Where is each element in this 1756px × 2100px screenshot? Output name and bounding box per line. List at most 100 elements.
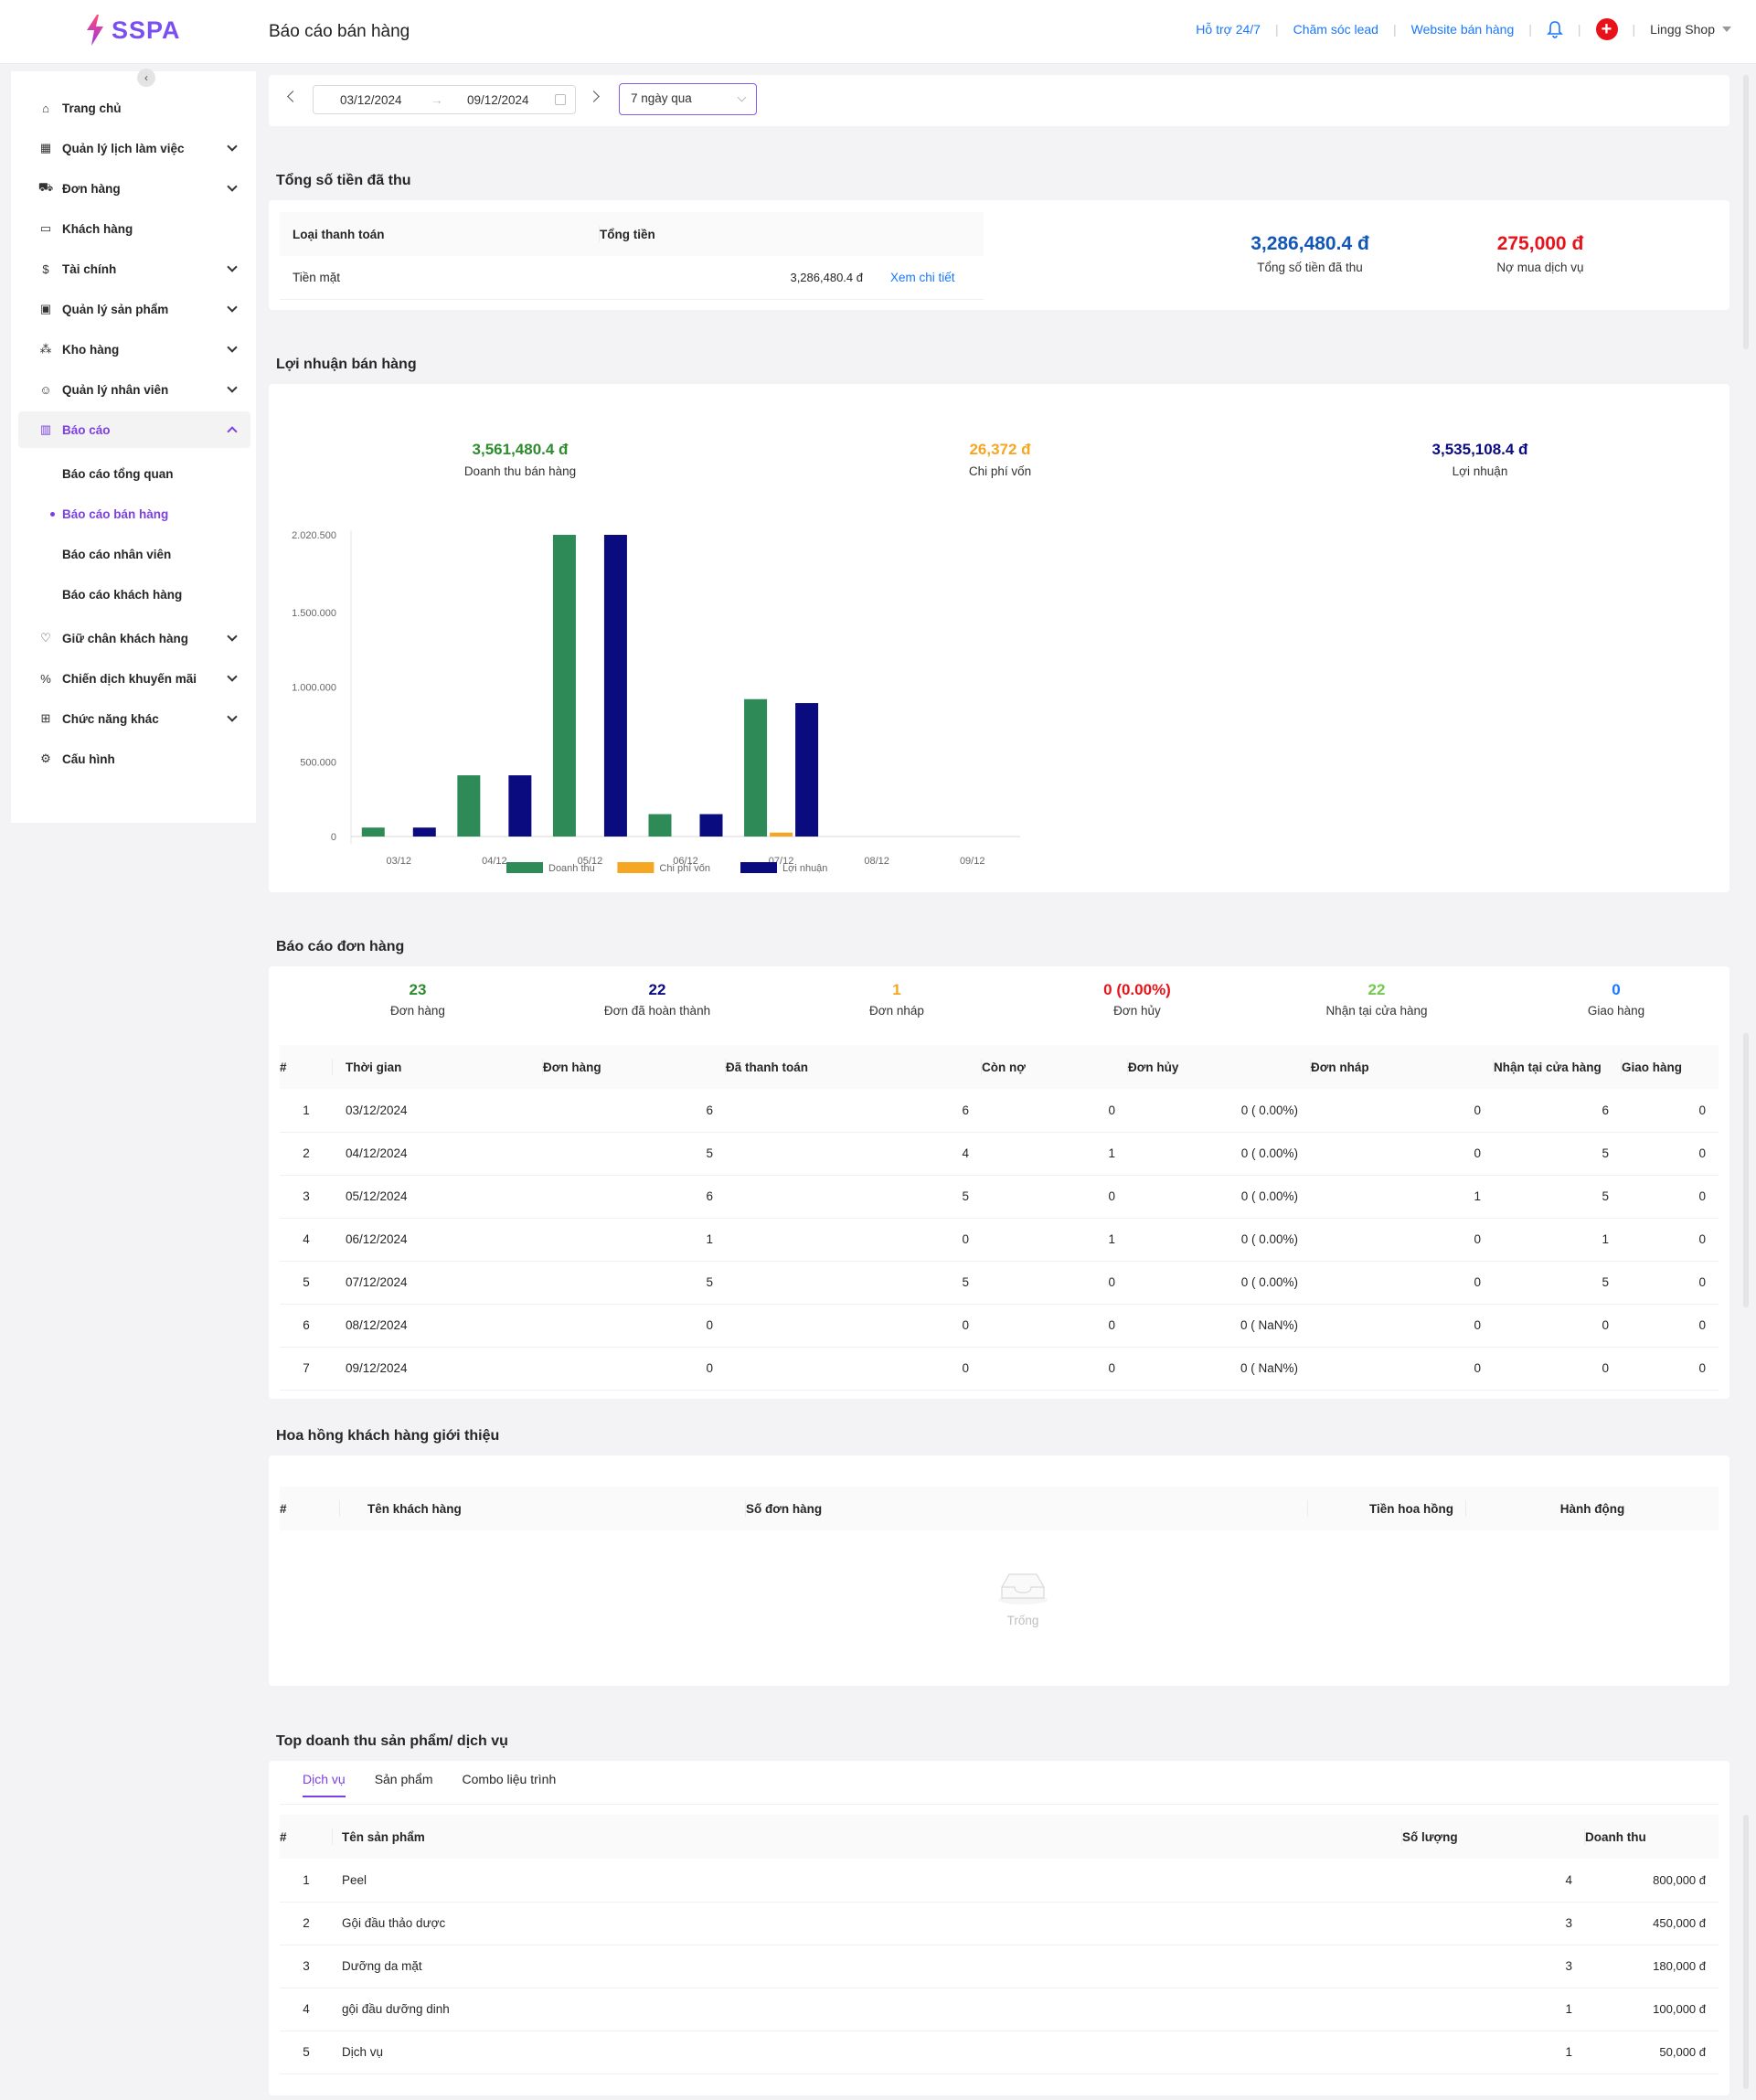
legend-swatch [506,862,543,873]
table-cell: 3 [280,1175,333,1219]
sidebar-item-orders[interactable]: ⛟ Đơn hàng [18,170,250,207]
table-cell: 04/12/2024 [333,1132,543,1176]
add-button[interactable]: + [1595,18,1618,40]
col-header: Đơn nháp [1311,1045,1494,1089]
sidebar-item-label: Báo cáo [62,422,111,437]
y-tick-label: 2.020.500 [292,530,336,541]
cost-label: Chi phí vốn [968,464,1032,478]
table-row: 6 08/12/2024 0 0 0 0 ( NaN%) 0 0 0 [280,1304,1719,1348]
table-cell: 0 [1311,1132,1494,1176]
sidebar-item-label: Đơn hàng [62,181,121,196]
table-row: 1 Peel 4 800,000 đ [280,1859,1719,1903]
table-cell: 3 [280,1945,333,1988]
users-icon: ☺ [39,382,52,397]
order-stat: 0 Giao hàng [1506,981,1726,1018]
sidebar-item-home[interactable]: ⌂ Trang chủ [18,90,250,126]
order-stat-label: Đơn hủy [1113,1004,1161,1018]
sidebar-sub-staff-report[interactable]: Báo cáo nhân viên [18,536,250,572]
table-cell: 4 [1402,1859,1585,1903]
sidebar-item-staff[interactable]: ☺ Quản lý nhân viên [18,371,250,408]
table-cell: 5 [1494,1175,1622,1219]
table-cell: 0 [726,1347,982,1391]
table-cell: 0 [982,1304,1128,1348]
sidebar-item-finance[interactable]: $ Tài chính [18,251,250,287]
order-stat: 22 Đơn đã hoàn thành [548,981,767,1018]
sidebar-sub-label: Báo cáo tổng quan [62,466,174,481]
order-stat-label: Nhận tại cửa hàng [1325,1004,1428,1018]
table-cell: 05/12/2024 [333,1175,543,1219]
tab-products[interactable]: Sản phẩm [375,1772,433,1797]
table-row: 1 03/12/2024 6 6 0 0 ( 0.00%) 0 6 0 [280,1089,1719,1133]
table-cell: 0 [1311,1347,1494,1391]
shop-menu[interactable]: Lingg Shop [1650,22,1731,37]
bar-doanh-thu [744,698,768,837]
support-link[interactable]: Hỗ trợ 24/7 [1196,22,1261,37]
sidebar-sub-customer-report[interactable]: Báo cáo khách hàng [18,576,250,613]
date-range-picker[interactable]: 03/12/2024 → 09/12/2024 [313,85,576,114]
sales-website-link[interactable]: Website bán hàng [1411,22,1515,37]
col-header: Đã thanh toán [726,1045,982,1089]
bar-doanh-thu [361,827,385,837]
table-cell: 5 [543,1132,726,1176]
y-tick-label: 500.000 [300,757,336,768]
date-to[interactable]: 09/12/2024 [467,93,529,107]
sidebar-item-products[interactable]: ▣ Quản lý sản phẩm [18,291,250,327]
scrollbar[interactable] [1743,75,1749,349]
order-stat: 1 Đơn nháp [787,981,1006,1018]
range-select-value: 7 ngày qua [631,91,692,105]
collapse-sidebar-button[interactable]: ‹ [137,69,155,87]
table-cell: 450,000 đ [1585,1902,1719,1945]
scrollbar[interactable] [1743,1815,1749,2089]
x-tick-label: 03/12 [387,856,412,867]
chevron-down-icon [227,382,238,393]
table-cell: 0 [1622,1218,1719,1262]
sidebar-item-warehouse[interactable]: ⁂ Kho hàng [18,331,250,368]
sidebar-item-other-functions[interactable]: ⊞ Chức năng khác [18,700,250,737]
col-payment-type: Loại thanh toán [280,212,600,256]
dollar-icon: $ [42,261,49,276]
table-cell: 0 [982,1261,1128,1305]
col-header: Giao hàng [1622,1060,1683,1074]
table-cell: 7 [280,1347,333,1391]
tab-combo[interactable]: Combo liệu trình [463,1772,557,1797]
table-cell: 4 [280,1218,333,1262]
sidebar-item-customers[interactable]: ▭ Khách hàng [18,210,250,247]
tab-services[interactable]: Dịch vụ [303,1772,346,1797]
view-detail-link[interactable]: Xem chi tiết [874,256,984,300]
table-cell: 09/12/2024 [333,1347,543,1391]
payments-title: Tổng số tiền đã thu [276,173,411,188]
range-select[interactable]: 7 ngày qua [619,83,757,115]
date-from[interactable]: 03/12/2024 [340,93,402,107]
order-stat-value: 22 [648,981,666,998]
table-cell: 0 [1622,1132,1719,1176]
x-tick-label: 08/12 [864,856,889,867]
table-cell: 0 [1622,1261,1719,1305]
sidebar-item-promotions[interactable]: % Chiến dịch khuyến mãi [18,660,250,697]
table-cell: 0 [1622,1175,1719,1219]
lead-care-link[interactable]: Chăm sóc lead [1293,22,1378,37]
table-cell: 0 ( 0.00%) [1128,1089,1311,1133]
scrollbar[interactable] [1743,1033,1749,1307]
table-cell: 1 [543,1218,726,1262]
sidebar-sub-label: Báo cáo khách hàng [62,587,183,602]
chevron-down-icon [227,141,238,152]
top-bar: SSPA Báo cáo bán hàng Hỗ trợ 24/7 | Chăm… [0,0,1756,64]
orders-card: 23 Đơn hàng 22 Đơn đã hoàn thành 1 Đơn nháp 0 … [269,966,1729,1399]
bell-icon[interactable] [1546,20,1563,38]
sidebar-item-settings[interactable]: ⚙ Cấu hình [18,741,250,777]
sidebar-item-retention[interactable]: ♡ Giữ chân khách hàng [18,620,250,656]
sidebar-item-reports[interactable]: ▥ Báo cáo [18,411,250,448]
sidebar-sub-overview-report[interactable]: Báo cáo tổng quan [18,455,250,492]
table-cell: 0 [982,1089,1128,1133]
sidebar-item-schedule[interactable]: ▦ Quản lý lịch làm việc [18,130,250,166]
payment-total-cell: 3,286,480.4 đ [600,256,874,300]
table-cell: 4 [280,1988,333,2031]
sidebar-sub-sales-report[interactable]: Báo cáo bán hàng [18,496,250,532]
col-index: # [280,1487,340,1530]
chevron-down-icon [227,671,238,682]
payments-table: Loại thanh toán Tổng tiền Tiền mặt 3,286… [280,212,984,300]
table-cell: 0 [726,1304,982,1348]
table-cell: 0 ( 0.00%) [1128,1261,1311,1305]
cost-stat: 26,372 đ Chi phí vốn [863,441,1137,478]
brand-logo[interactable]: SSPA [84,15,181,46]
